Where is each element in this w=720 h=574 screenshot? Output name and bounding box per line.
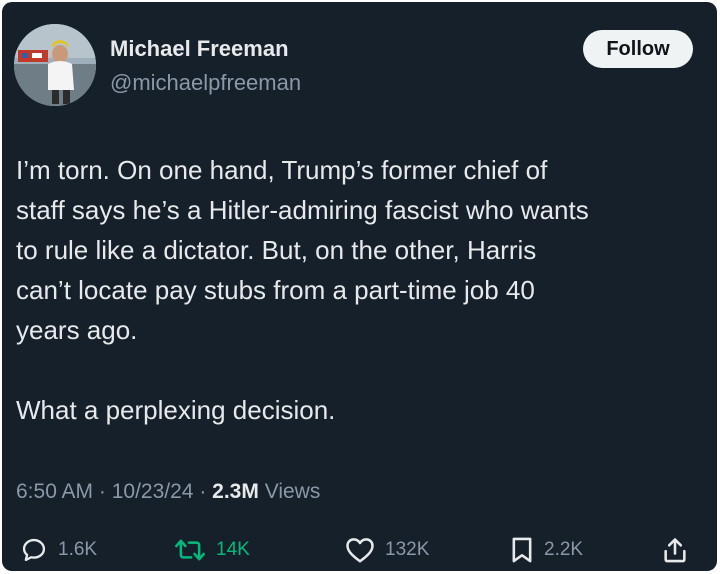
author-name[interactable]: Michael Freeman <box>110 36 289 62</box>
avatar[interactable] <box>14 24 96 106</box>
retweet-count: 14K <box>216 539 250 560</box>
reply-icon <box>22 538 46 562</box>
avatar-photo <box>14 24 96 106</box>
bookmark-icon <box>512 537 532 563</box>
action-bar: 1.6K 14K 132K 2.2K <box>2 532 717 568</box>
tweet-date[interactable]: 10/23/24 <box>112 480 194 503</box>
reply-count: 1.6K <box>58 539 98 560</box>
tweet-text-line: staff says he’s a Hitler-admiring fascis… <box>16 195 589 225</box>
bookmark-count: 2.2K <box>544 539 584 560</box>
reply-button[interactable]: 1.6K <box>20 532 97 568</box>
like-icon <box>346 538 374 563</box>
share-button[interactable] <box>662 532 688 568</box>
tweet-card: Michael Freeman @michaelpfreeman Follow … <box>2 2 717 571</box>
retweet-icon <box>175 539 205 561</box>
follow-button[interactable]: Follow <box>583 30 693 68</box>
views-count: 2.3M <box>212 480 259 503</box>
tweet-text-line: to rule like a dictator. But, on the oth… <box>16 235 537 265</box>
meta-separator: · <box>193 480 213 503</box>
tweet-text-closing: What a perplexing decision. <box>16 395 336 425</box>
share-icon <box>664 538 686 563</box>
retweet-button[interactable]: 14K <box>174 532 250 568</box>
tweet-text-line: I’m torn. On one hand, Trump’s former ch… <box>16 155 548 185</box>
tweet-text-line: years ago. <box>16 315 138 345</box>
tweet-text: I’m torn. On one hand, Trump’s former ch… <box>16 150 706 430</box>
author-handle[interactable]: @michaelpfreeman <box>110 70 301 96</box>
meta-separator: · <box>93 480 112 503</box>
like-button[interactable]: 132K <box>345 532 429 568</box>
tweet-text-line: can’t locate pay stubs from a part-time … <box>16 275 535 305</box>
tweet-time[interactable]: 6:50 AM <box>16 480 93 503</box>
like-count: 132K <box>385 539 430 560</box>
views-label: Views <box>264 480 321 503</box>
bookmark-button[interactable]: 2.2K <box>510 532 583 568</box>
tweet-meta: 6:50 AM · 10/23/24 · 2.3M Views <box>16 480 320 504</box>
